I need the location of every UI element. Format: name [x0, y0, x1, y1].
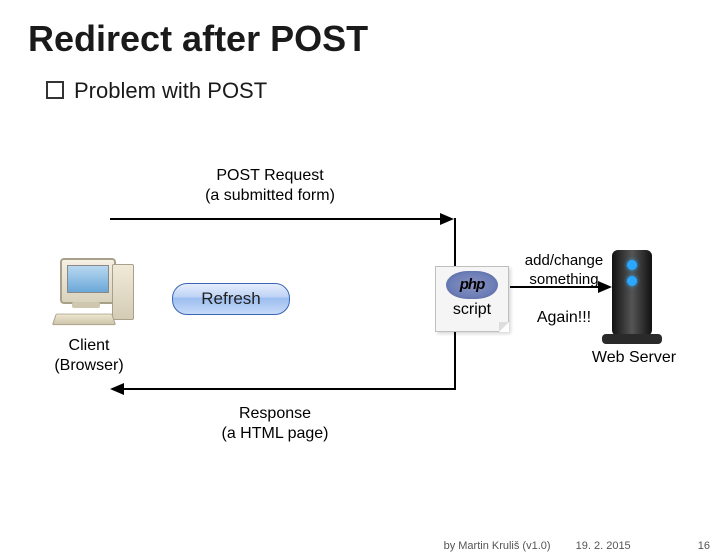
arrow-post-request: [110, 218, 440, 220]
php-script-label: script: [436, 301, 508, 319]
subtitle: Problem with POST: [46, 78, 720, 104]
footer: by Martin Kruliš (v1.0) 19. 2. 2015 16: [0, 540, 710, 552]
subtitle-text: Problem with POST: [74, 78, 267, 103]
client-computer-icon: [48, 258, 134, 326]
addchange-line2: something: [529, 271, 598, 288]
again-label: Again!!!: [520, 308, 608, 328]
bullet-icon: [46, 81, 64, 99]
addchange-label: add/change something: [516, 252, 612, 290]
webserver-label: Web Server: [574, 348, 694, 368]
arrow-head-icon: [110, 383, 124, 395]
client-line1: Client: [69, 337, 110, 354]
diagram: POST Request (a submitted form) Refresh …: [0, 138, 720, 498]
response-line2: (a HTML page): [222, 425, 329, 442]
slide-title: Redirect after POST: [28, 18, 720, 60]
footer-date: 19. 2. 2015: [576, 540, 631, 552]
client-line2: (Browser): [54, 357, 123, 374]
server-base-icon: [602, 334, 662, 344]
client-label: Client (Browser): [40, 336, 138, 376]
arrow-down-to-script: [454, 218, 456, 266]
php-logo-icon: php: [446, 271, 498, 299]
arrow-response: [124, 388, 456, 390]
footer-author: by Martin Kruliš (v1.0): [444, 540, 551, 552]
server-icon: [612, 250, 652, 336]
footer-page: 16: [698, 540, 710, 552]
php-script-box: php script: [435, 266, 509, 332]
arrow-head-icon: [440, 213, 454, 225]
arrow-down-from-script: [454, 332, 456, 388]
response-line1: Response: [239, 405, 311, 422]
post-request-label: POST Request (a submitted form): [170, 166, 370, 206]
addchange-line1: add/change: [525, 252, 603, 269]
response-label: Response (a HTML page): [190, 404, 360, 444]
post-request-line2: (a submitted form): [205, 187, 335, 204]
post-request-line1: POST Request: [216, 167, 323, 184]
refresh-button: Refresh: [172, 283, 290, 315]
